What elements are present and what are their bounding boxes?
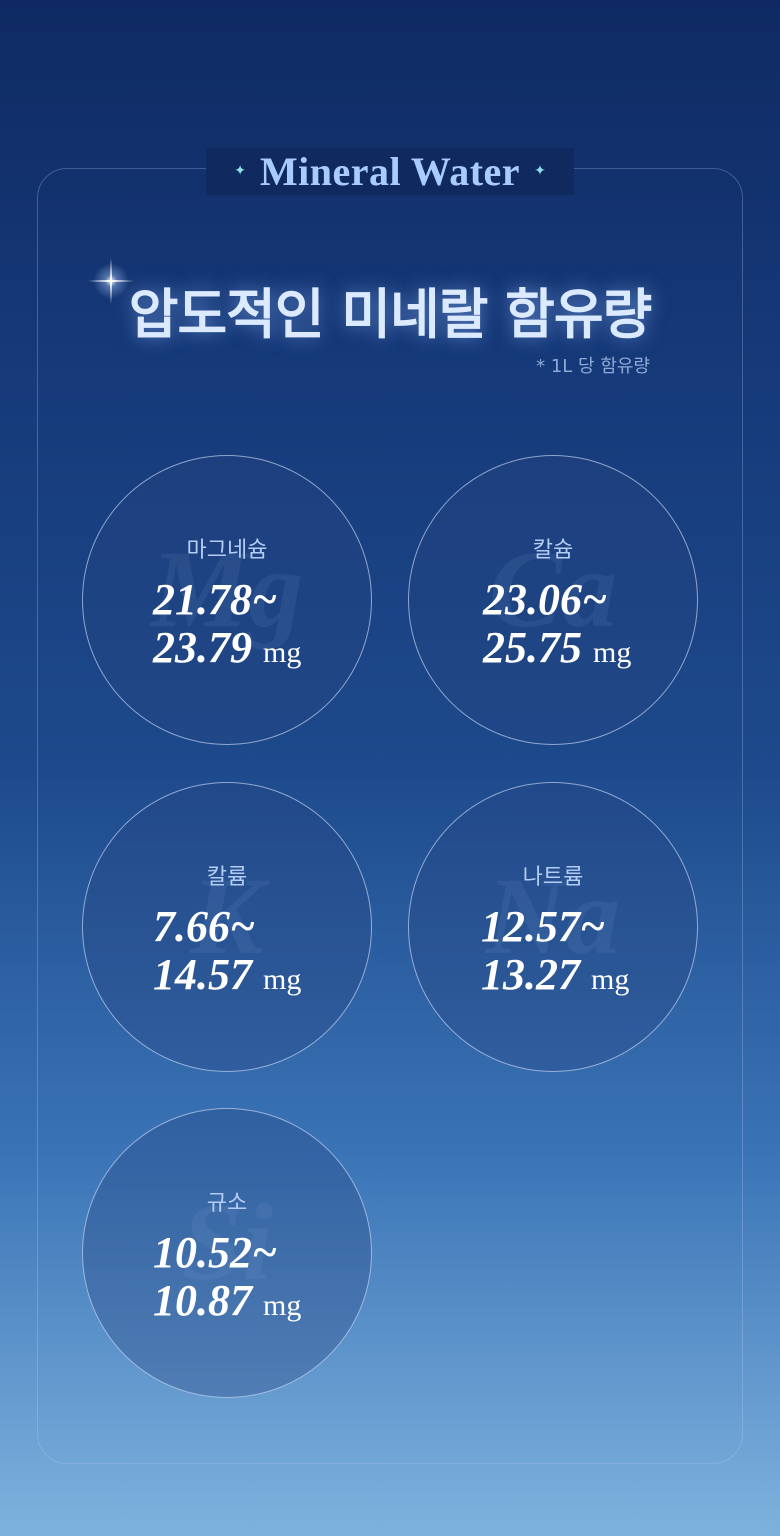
mineral-value-to: 13.27: [481, 950, 580, 999]
unit-note: * 1L 당 함유량: [536, 356, 650, 377]
mineral-value-from: 12.57~: [481, 902, 606, 951]
page-title: 압도적인 미네랄 함유량: [128, 283, 652, 346]
header: ✦ Mineral Water ✦: [0, 146, 780, 196]
mineral-name: 칼슘: [532, 538, 574, 563]
mineral-unit: mg: [263, 963, 302, 996]
mineral-unit: mg: [263, 1289, 302, 1322]
mineral-unit: mg: [593, 636, 632, 669]
mineral-value-from: 10.52~: [153, 1228, 278, 1277]
mineral-unit: mg: [591, 963, 630, 996]
mineral-name: 마그네슘: [186, 538, 268, 563]
brand-title: Mineral Water: [259, 148, 521, 194]
mineral-unit: mg: [263, 636, 302, 669]
mineral-value-from: 7.66~: [153, 902, 256, 951]
mineral-name: 나트륨: [522, 865, 584, 890]
mineral-value-to: 14.57: [153, 950, 252, 999]
mineral-value-to-row: 25.75 mg: [483, 624, 631, 677]
mineral-value-to-row: 14.57 mg: [153, 951, 301, 1004]
mineral-value-to: 10.87: [153, 1276, 252, 1325]
mineral-value-from: 23.06~: [483, 575, 608, 624]
mineral-value-to-row: 13.27 mg: [481, 951, 629, 1004]
mineral-value-to-row: 10.87 mg: [153, 1277, 301, 1330]
mineral-card-calcium: Ca 칼슘 23.06~ 25.75 mg: [408, 455, 698, 745]
mineral-card-magnesium: Mg 마그네슘 21.78~ 23.79 mg: [82, 455, 372, 745]
header-label: ✦ Mineral Water ✦: [206, 147, 574, 195]
sparkle-icon: ✦: [534, 163, 546, 179]
mineral-name: 칼륨: [206, 865, 248, 890]
mineral-card-potassium: K 칼륨 7.66~ 14.57 mg: [82, 782, 372, 1072]
mineral-card-sodium: Na 나트륨 12.57~ 13.27 mg: [408, 782, 698, 1072]
mineral-name: 규소: [206, 1191, 248, 1216]
mineral-value-to: 25.75: [483, 623, 582, 672]
mineral-value-to: 23.79: [153, 623, 252, 672]
mineral-value-from: 21.78~: [153, 575, 278, 624]
sparkle-icon: ✦: [234, 163, 246, 179]
mineral-card-silicon: Si 규소 10.52~ 10.87 mg: [82, 1108, 372, 1398]
mineral-value-to-row: 23.79 mg: [153, 624, 301, 677]
